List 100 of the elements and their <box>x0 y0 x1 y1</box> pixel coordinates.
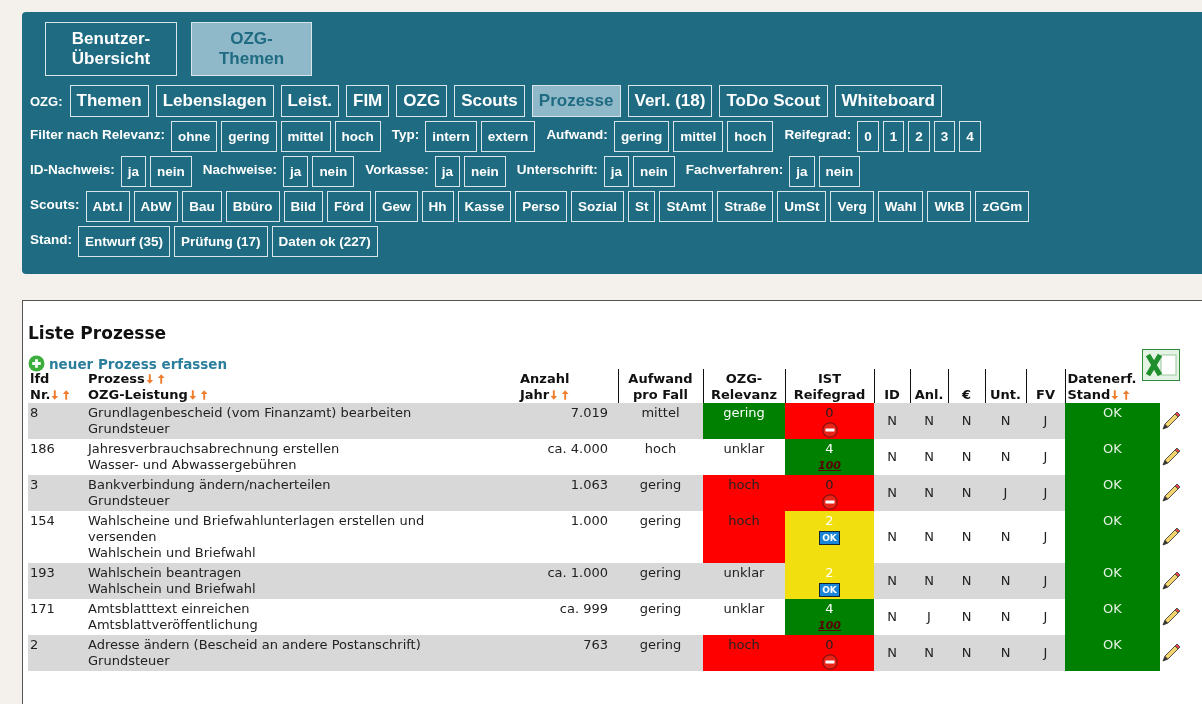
sort-arrows-icon[interactable] <box>550 389 570 401</box>
filter-button[interactable]: 3 <box>933 121 956 152</box>
nav-tab[interactable]: Leist. <box>280 85 339 117</box>
pencil-icon[interactable] <box>1160 410 1182 432</box>
filter-button[interactable]: Straße <box>717 191 774 222</box>
pencil-icon[interactable] <box>1160 526 1182 548</box>
filter-button[interactable]: Wahl <box>877 191 924 222</box>
filter-button[interactable]: gering <box>221 121 277 152</box>
column-header: ID <box>884 387 900 403</box>
filter-button[interactable]: Bau <box>182 191 222 222</box>
filter-button[interactable]: nein <box>463 156 506 187</box>
filter-button[interactable]: Sozial <box>570 191 624 222</box>
filter-button[interactable]: ja <box>120 156 147 187</box>
filter-button[interactable]: Kasse <box>457 191 512 222</box>
flag-cell: N <box>887 529 897 544</box>
count-cell: 1.063 <box>570 477 608 492</box>
filter-button[interactable]: nein <box>633 156 675 187</box>
flag-cell: N <box>1000 645 1011 660</box>
filter-button[interactable]: mittel <box>673 121 724 152</box>
sort-arrows-icon[interactable] <box>145 373 165 385</box>
filter-button[interactable]: Verg <box>830 191 874 222</box>
filter-button[interactable]: mittel <box>280 121 331 152</box>
filter-button[interactable]: 2 <box>908 121 930 152</box>
nav-tab[interactable]: OZG <box>396 85 448 117</box>
filter-button[interactable]: Hh <box>421 191 454 222</box>
nav-tab[interactable]: FIM <box>346 85 390 117</box>
nav-tab[interactable]: Verl. (18) <box>627 85 713 117</box>
flag-cell: N <box>924 449 934 464</box>
nav-tab[interactable]: Themen <box>69 85 149 117</box>
relevance-cell: unklar <box>703 563 785 599</box>
service-name: Wasser- und Abwassergebühren <box>88 457 298 473</box>
sort-arrows-icon[interactable] <box>1111 389 1131 401</box>
filter-label: Unterschrift: <box>516 162 598 177</box>
maturity-cell: 0 <box>785 403 874 439</box>
nav-tab[interactable]: Whiteboard <box>834 85 942 117</box>
filter-label: Typ: <box>391 127 420 142</box>
flag-cell: N <box>887 485 897 500</box>
count-cell: 763 <box>583 637 608 652</box>
filter-button[interactable]: nein <box>312 156 355 187</box>
filter-button[interactable]: intern <box>425 121 477 152</box>
spreadsheet-icon[interactable] <box>1142 349 1180 381</box>
pencil-icon[interactable] <box>1160 482 1182 504</box>
filter-button[interactable]: 0 <box>857 121 879 152</box>
nav-tab[interactable]: Lebenslagen <box>155 85 274 117</box>
filter-button[interactable]: nein <box>818 156 861 187</box>
flag-cell: N <box>887 609 897 624</box>
sort-arrows-icon[interactable] <box>51 389 71 401</box>
filter-button[interactable]: Entwurf (35) <box>78 226 170 257</box>
flag-cell: N <box>887 645 897 660</box>
nav-label: OZG: <box>30 93 63 109</box>
filter-button[interactable]: AbW <box>133 191 179 222</box>
flag-cell: N <box>961 449 972 464</box>
process-name: Wahlscheine und Briefwahlunterlagen erstellen und versenden <box>88 513 426 545</box>
effort-cell: gering <box>639 565 682 580</box>
filter-button[interactable]: ja <box>434 156 460 187</box>
filter-button[interactable]: Daten ok (227) <box>271 226 378 257</box>
relevance-cell: hoch <box>703 475 785 511</box>
filter-button[interactable]: StAmt <box>659 191 714 222</box>
filter-button[interactable]: ja <box>603 156 629 187</box>
flag-cell: N <box>924 413 934 428</box>
nav-tab[interactable]: Scouts <box>454 85 525 117</box>
filter-button[interactable]: hoch <box>727 121 774 152</box>
filter-button[interactable]: UmSt <box>777 191 827 222</box>
flag-cell: J <box>1043 645 1048 660</box>
filter-button[interactable]: Prüfung (17) <box>174 226 268 257</box>
filter-button[interactable]: hoch <box>334 121 381 152</box>
new-process-link[interactable]: neuer Prozess erfassen <box>28 355 228 372</box>
filter-button[interactable]: Bild <box>283 191 324 222</box>
filter-button[interactable]: 1 <box>882 121 905 152</box>
filter-button[interactable]: Perso <box>515 191 567 222</box>
filter-button[interactable]: 4 <box>959 121 981 152</box>
filter-button[interactable]: Förd <box>327 191 372 222</box>
filter-button[interactable]: ja <box>789 156 815 187</box>
filter-button[interactable]: ja <box>283 156 309 187</box>
column-header: € <box>961 387 971 403</box>
nav-tab[interactable]: ToDo Scout <box>719 85 828 117</box>
filter-button[interactable]: Bbüro <box>225 191 280 222</box>
flag-cell: N <box>961 485 972 500</box>
filter-label: Aufwand: <box>546 127 608 142</box>
pencil-icon[interactable] <box>1160 446 1182 468</box>
column-header: OZG- <box>725 371 763 387</box>
filter-button[interactable]: zGGm <box>975 191 1030 222</box>
sort-arrows-icon[interactable] <box>188 389 208 401</box>
filter-button[interactable]: Gew <box>375 191 418 222</box>
filter-button[interactable]: nein <box>150 156 192 187</box>
pencil-icon[interactable] <box>1160 642 1182 664</box>
top-tab[interactable]: Benutzer-Übersicht <box>45 22 177 76</box>
filter-button[interactable]: WkB <box>927 191 972 222</box>
service-name: Grundsteuer <box>88 653 171 669</box>
filter-button[interactable]: gering <box>613 121 670 152</box>
filter-button[interactable]: extern <box>480 121 536 152</box>
filter-button[interactable]: Abt.I <box>85 191 130 222</box>
pencil-icon[interactable] <box>1160 606 1182 628</box>
relevance-cell: unklar <box>703 439 785 475</box>
service-name: Grundsteuer <box>88 421 171 437</box>
filter-button[interactable]: ohne <box>171 121 218 152</box>
column-header: OZG-Leistung <box>88 387 188 403</box>
filter-button[interactable]: St <box>627 191 656 222</box>
pencil-icon[interactable] <box>1160 570 1182 592</box>
no-entry-icon <box>821 654 838 670</box>
